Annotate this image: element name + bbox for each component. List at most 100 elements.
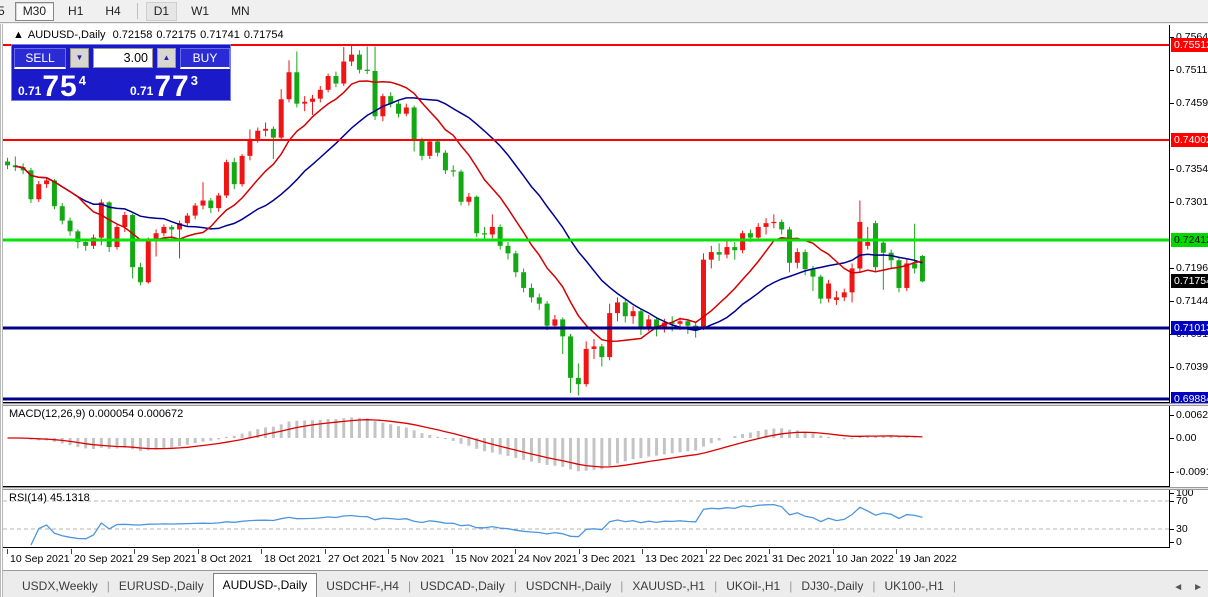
one-click-trading-panel: SELL ▼ ▲ BUY 0.71 75 4 0.71 77 3: [11, 44, 231, 101]
rsi-axis[interactable]: 10070300: [1170, 490, 1208, 548]
chart-tab-ukoil-h1[interactable]: UKOil-,H1: [717, 576, 789, 597]
date-axis-tick: [896, 549, 897, 554]
rsi-panel[interactable]: RSI(14) 45.1318: [3, 490, 1169, 548]
bull-candle: [161, 224, 166, 236]
bear-candle: [545, 301, 550, 330]
timeframe-button-w1[interactable]: W1: [183, 2, 217, 21]
bear-candle: [732, 242, 737, 260]
bear-candle: [505, 242, 510, 260]
chart-tab-uk100-h1[interactable]: UK100-,H1: [875, 576, 952, 597]
date-axis-label: 10 Sep 2021: [10, 553, 70, 565]
ma-slow-line: [15, 98, 922, 331]
bull-candle: [185, 213, 190, 227]
bear-candle: [568, 334, 573, 393]
timeframe-button-5[interactable]: 5: [0, 2, 9, 21]
chart-tab-usdcnh-daily[interactable]: USDCNH-,Daily: [517, 576, 620, 597]
rsi-axis-tick: [1170, 542, 1174, 543]
bear-candle: [451, 165, 456, 176]
timeframe-button-m30[interactable]: M30: [15, 2, 54, 21]
rsi-axis-tick: [1170, 529, 1174, 530]
timeframe-button-mn[interactable]: MN: [223, 2, 258, 21]
panel-splitter-rsi[interactable]: [3, 487, 1208, 490]
tab-scroll-left-icon[interactable]: ◄: [1173, 582, 1183, 593]
bull-candle: [795, 248, 800, 268]
volume-increase-button[interactable]: ▲: [157, 48, 176, 68]
sell-price-big-digits: 75: [42, 73, 77, 101]
timeframe-button-h1[interactable]: H1: [60, 2, 91, 21]
price-axis-tick: [1170, 70, 1174, 71]
bear-candle: [271, 126, 276, 159]
date-axis-label: 10 Jan 2022: [836, 553, 894, 565]
date-axis-tick: [515, 549, 516, 554]
bull-candle: [302, 96, 307, 111]
chart-tab-usdx-weekly[interactable]: USDX,Weekly: [13, 576, 107, 597]
chart-tab-dj30-daily[interactable]: DJ30-,Daily: [792, 576, 872, 597]
date-axis[interactable]: 10 Sep 202120 Sep 202129 Sep 20218 Oct 2…: [3, 549, 1208, 569]
rsi-axis-tick: [1170, 501, 1174, 502]
sell-button[interactable]: SELL: [14, 48, 66, 69]
bear-candle: [412, 106, 417, 152]
price-level-badge: 0.72412: [1171, 233, 1208, 247]
sell-price-prefix: 0.71: [18, 84, 41, 98]
price-axis-tick: [1170, 103, 1174, 104]
bull-candle: [427, 139, 432, 159]
rsi-line: [31, 505, 922, 545]
chart-tab-usdchf-h4[interactable]: USDCHF-,H4: [317, 576, 408, 597]
price-level-badge: 0.75512: [1171, 38, 1208, 52]
bear-candle: [521, 268, 526, 292]
date-axis-tick: [642, 549, 643, 554]
date-axis-tick: [833, 549, 834, 554]
buy-price-display[interactable]: 0.71 77 3: [128, 71, 198, 101]
bear-candle: [529, 284, 534, 303]
macd-panel[interactable]: MACD(12,26,9) 0.000054 0.000672: [3, 406, 1169, 487]
volume-decrease-button[interactable]: ▼: [70, 48, 89, 68]
date-axis-label: 19 Jan 2022: [899, 553, 957, 565]
chart-tab-usdcad-daily[interactable]: USDCAD-,Daily: [411, 576, 514, 597]
bear-candle: [435, 140, 440, 157]
bull-candle: [310, 95, 315, 115]
chart-symbol-label: AUDUSD-,Daily: [28, 29, 106, 41]
chart-tab-bar: USDX,Weekly|EURUSD-,DailyAUDUSD-,DailyUS…: [3, 570, 1208, 597]
bear-candle: [498, 224, 503, 249]
date-axis-tick: [706, 549, 707, 554]
macd-axis-tick: [1170, 438, 1174, 439]
bear-candle: [513, 251, 518, 277]
volume-input[interactable]: [93, 48, 153, 68]
timeframe-button-h4[interactable]: H4: [97, 2, 128, 21]
macd-axis[interactable]: 0.0062010.00-0.00919: [1170, 406, 1208, 487]
bull-candle: [240, 154, 245, 187]
buy-price-big-digits: 77: [154, 73, 189, 101]
price-axis-label: 0.73540: [1176, 163, 1208, 175]
ohlc-low: 0.71741: [200, 29, 240, 41]
bull-candle: [631, 306, 636, 324]
date-axis-label: 18 Oct 2021: [264, 553, 321, 565]
bear-candle: [638, 309, 643, 335]
bull-candle: [466, 193, 471, 206]
buy-button[interactable]: BUY: [180, 48, 230, 69]
bear-candle: [873, 221, 878, 271]
bull-candle: [114, 224, 119, 249]
chart-tab-xauusd-h1[interactable]: XAUUSD-,H1: [623, 576, 714, 597]
bull-candle: [865, 227, 870, 250]
price-level-badge: 0.71013: [1171, 321, 1208, 335]
panel-splitter-macd[interactable]: [3, 403, 1208, 406]
price-axis-tick: [1170, 268, 1174, 269]
collapse-panel-icon[interactable]: ▲: [13, 29, 24, 41]
chart-tab-eurusd-daily[interactable]: EURUSD-,Daily: [110, 576, 213, 597]
bear-candle: [208, 198, 213, 213]
tab-scroll-right-icon[interactable]: ►: [1193, 582, 1203, 593]
bear-candle: [560, 317, 565, 353]
sell-price-display[interactable]: 0.71 75 4: [16, 71, 86, 101]
macd-axis-tick: [1170, 472, 1174, 473]
price-axis[interactable]: 0.756400.751150.745900.735400.730150.719…: [1170, 25, 1208, 403]
bull-candle: [287, 60, 292, 102]
bull-candle: [99, 199, 104, 245]
chart-tab-audusd-daily[interactable]: AUDUSD-,Daily: [213, 573, 318, 597]
tab-scroll-buttons: ◄ ►: [1173, 582, 1208, 593]
bear-candle: [60, 203, 65, 224]
rsi-axis-label: 30: [1176, 523, 1188, 535]
date-axis-label: 24 Nov 2021: [518, 553, 578, 565]
tab-separator: |: [953, 576, 956, 597]
timeframe-button-d1[interactable]: D1: [146, 2, 177, 21]
rsi-axis-label: 70: [1176, 495, 1188, 507]
